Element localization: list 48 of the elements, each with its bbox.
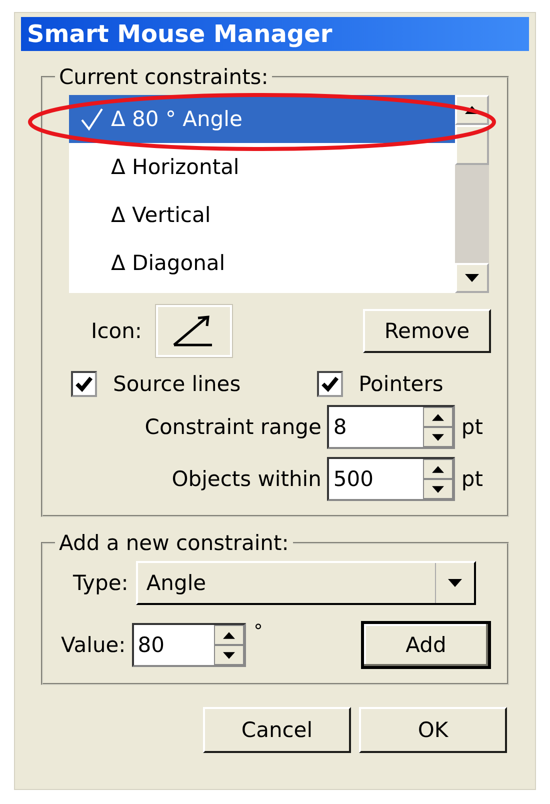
group-label: Add a new constraint: (58, 531, 290, 555)
scroll-thumb[interactable] (455, 125, 489, 165)
checkbox-label: Source lines (113, 372, 241, 396)
item-label: Δ Horizontal (111, 155, 240, 179)
field-label: Type: (73, 571, 128, 595)
spin-up-button[interactable] (214, 625, 244, 645)
list-item[interactable]: Δ Horizontal (69, 143, 455, 191)
unit-label: pt (461, 467, 483, 491)
down-arrow-icon (222, 652, 235, 658)
spin-down-button[interactable] (423, 479, 454, 499)
down-arrow-icon (432, 434, 444, 440)
up-arrow-icon (432, 466, 444, 472)
type-dropdown[interactable]: Angle (136, 561, 476, 605)
number-spinner[interactable]: 8 (327, 405, 456, 449)
item-label: Δ 80 ° Angle (111, 107, 242, 131)
list-item[interactable]: Δ Diagonal (69, 239, 455, 287)
down-arrow-icon (432, 486, 444, 492)
add-button[interactable]: Add (361, 621, 491, 669)
up-arrow-icon (432, 414, 444, 420)
spin-up-button[interactable] (423, 459, 454, 479)
spin-down-button[interactable] (214, 645, 244, 665)
field-label: Constraint range (144, 415, 322, 439)
icon-label: Icon: (91, 319, 142, 343)
checkbox[interactable] (316, 371, 343, 397)
checkbox-label: Pointers (358, 372, 444, 396)
unit-label: ° (254, 621, 263, 642)
checkbox[interactable] (71, 371, 97, 397)
down-arrow-icon (448, 579, 462, 587)
list-item[interactable]: Δ Vertical (69, 191, 455, 239)
unit-label: pt (461, 415, 483, 439)
icon-button[interactable] (156, 305, 232, 357)
item-label: Δ Vertical (111, 203, 211, 227)
field-label: Value: (61, 633, 126, 657)
number-spinner[interactable]: 80 (132, 623, 246, 667)
window-title: Smart Mouse Manager (21, 17, 529, 51)
spin-down-button[interactable] (423, 427, 454, 447)
list-item[interactable]: Δ 80 ° Angle (69, 95, 455, 143)
up-arrow-icon (222, 632, 235, 638)
scrollbar[interactable] (455, 95, 489, 293)
number-spinner[interactable]: 500 (327, 457, 456, 501)
spin-up-button[interactable] (423, 407, 454, 427)
down-arrow-icon (465, 274, 479, 282)
group-label: Current constraints: (58, 65, 270, 89)
dialog-button[interactable]: Cancel (203, 707, 351, 753)
item-label: Δ Diagonal (111, 251, 226, 275)
remove-button[interactable]: Remove (363, 309, 491, 353)
dialog-button[interactable]: OK (359, 707, 507, 753)
field-label: Objects within (172, 467, 322, 491)
